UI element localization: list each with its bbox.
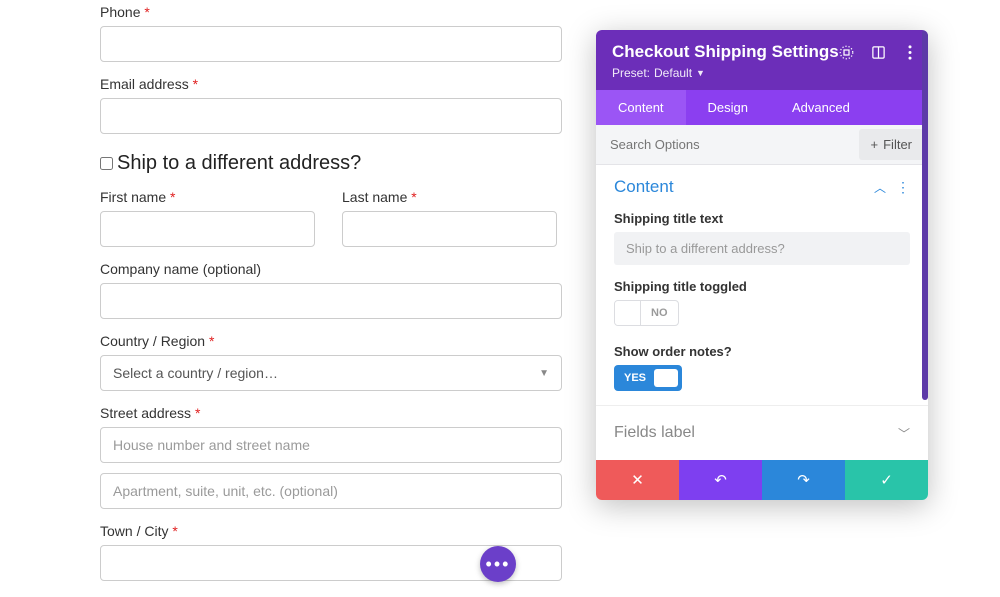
opt-title-text-label: Shipping title text	[614, 211, 910, 226]
undo-button[interactable]: ↶	[679, 460, 762, 500]
ship-different-row: Ship to a different address?	[100, 152, 562, 175]
toggle-knob	[615, 301, 641, 325]
opt-show-notes-label: Show order notes?	[614, 344, 910, 359]
street2-input[interactable]	[100, 473, 562, 509]
checkout-form: Phone * Email address * Ship to a differ…	[100, 4, 562, 595]
required-mark: *	[195, 405, 200, 421]
toggle-knob	[654, 369, 678, 387]
plus-icon: +	[871, 137, 879, 152]
street-field: Street address *	[100, 405, 562, 509]
toggle-label: YES	[614, 372, 654, 384]
last-name-input[interactable]	[342, 211, 557, 247]
last-name-label: Last name *	[342, 189, 557, 205]
section-fields-title: Fields label	[614, 424, 695, 442]
panel-search-row: + Filter	[596, 125, 928, 165]
opt-show-notes-toggle[interactable]: YES	[614, 365, 682, 391]
ship-different-checkbox[interactable]	[100, 157, 113, 170]
phone-label: Phone *	[100, 4, 562, 20]
required-mark: *	[193, 76, 198, 92]
check-icon: ✓	[880, 471, 893, 489]
kebab-menu-icon[interactable]: ⋮	[896, 179, 910, 196]
country-label: Country / Region *	[100, 333, 562, 349]
section-content: Content ︿ ⋮ Shipping title text Shipping…	[596, 165, 928, 405]
save-button[interactable]: ✓	[845, 460, 928, 500]
required-mark: *	[170, 189, 175, 205]
settings-panel: Checkout Shipping Settings Preset: Defau…	[596, 30, 928, 500]
email-input[interactable]	[100, 98, 562, 134]
ellipsis-icon: •••	[486, 554, 511, 575]
company-label: Company name (optional)	[100, 261, 562, 277]
street1-input[interactable]	[100, 427, 562, 463]
first-name-field: First name *	[100, 189, 315, 247]
section-fields-label[interactable]: Fields label ﹀	[596, 405, 928, 460]
redo-button[interactable]: ↷	[762, 460, 845, 500]
undo-icon: ↶	[714, 471, 727, 489]
company-field: Company name (optional)	[100, 261, 562, 319]
close-icon: ✕	[631, 471, 644, 489]
chevron-up-icon[interactable]: ︿	[874, 179, 886, 196]
opt-title-toggled-label: Shipping title toggled	[614, 279, 910, 294]
panel-action-bar: ✕ ↶ ↷ ✓	[596, 460, 928, 500]
required-mark: *	[209, 333, 214, 349]
phone-field: Phone *	[100, 4, 562, 62]
country-select-value: Select a country / region…	[113, 365, 278, 381]
required-mark: *	[172, 523, 177, 539]
kebab-menu-icon[interactable]	[902, 44, 918, 60]
country-select[interactable]: Select a country / region… ▼	[100, 355, 562, 391]
last-name-field: Last name *	[342, 189, 557, 247]
panel-header: Checkout Shipping Settings Preset: Defau…	[596, 30, 928, 90]
filter-button[interactable]: + Filter	[859, 129, 924, 160]
responsive-icon[interactable]	[870, 44, 886, 60]
chevron-down-icon: ▼	[539, 368, 549, 379]
opt-title-text-input[interactable]	[614, 232, 910, 265]
required-mark: *	[144, 4, 149, 20]
ship-different-heading: Ship to a different address?	[117, 152, 361, 175]
email-label: Email address *	[100, 76, 562, 92]
street-label: Street address *	[100, 405, 562, 421]
module-fab-button[interactable]: •••	[480, 546, 516, 582]
company-input[interactable]	[100, 283, 562, 319]
section-content-title: Content	[614, 177, 674, 197]
email-field: Email address *	[100, 76, 562, 134]
panel-tabs: Content Design Advanced	[596, 90, 928, 125]
drag-move-icon[interactable]	[838, 44, 854, 60]
cancel-button[interactable]: ✕	[596, 460, 679, 500]
search-options-input[interactable]	[596, 127, 855, 162]
required-mark: *	[411, 189, 416, 205]
panel-scrollbar[interactable]	[922, 30, 928, 400]
redo-icon: ↷	[797, 471, 810, 489]
tab-content[interactable]: Content	[596, 90, 686, 125]
panel-preset[interactable]: Preset: Default ▼	[612, 66, 912, 80]
chevron-down-icon: ﹀	[898, 425, 910, 442]
first-name-label: First name *	[100, 189, 315, 205]
tab-advanced[interactable]: Advanced	[770, 90, 872, 125]
opt-title-toggled-toggle[interactable]: NO	[614, 300, 679, 326]
city-label: Town / City *	[100, 523, 562, 539]
tab-design[interactable]: Design	[686, 90, 770, 125]
first-name-input[interactable]	[100, 211, 315, 247]
chevron-down-icon: ▼	[696, 68, 705, 78]
phone-input[interactable]	[100, 26, 562, 62]
country-field: Country / Region * Select a country / re…	[100, 333, 562, 391]
toggle-label: NO	[641, 307, 678, 319]
